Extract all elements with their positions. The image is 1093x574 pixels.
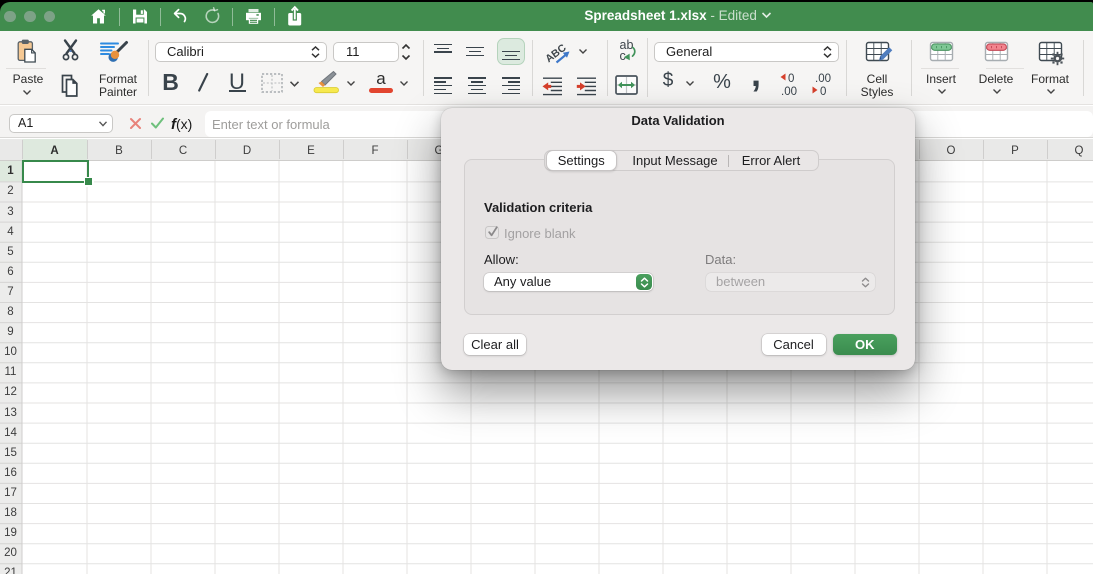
svg-text:.00: .00 bbox=[781, 86, 797, 97]
svg-text:.00: .00 bbox=[815, 73, 831, 85]
svg-text:0: 0 bbox=[788, 73, 794, 85]
svg-text:0: 0 bbox=[820, 86, 826, 97]
svg-text:c: c bbox=[620, 49, 626, 63]
